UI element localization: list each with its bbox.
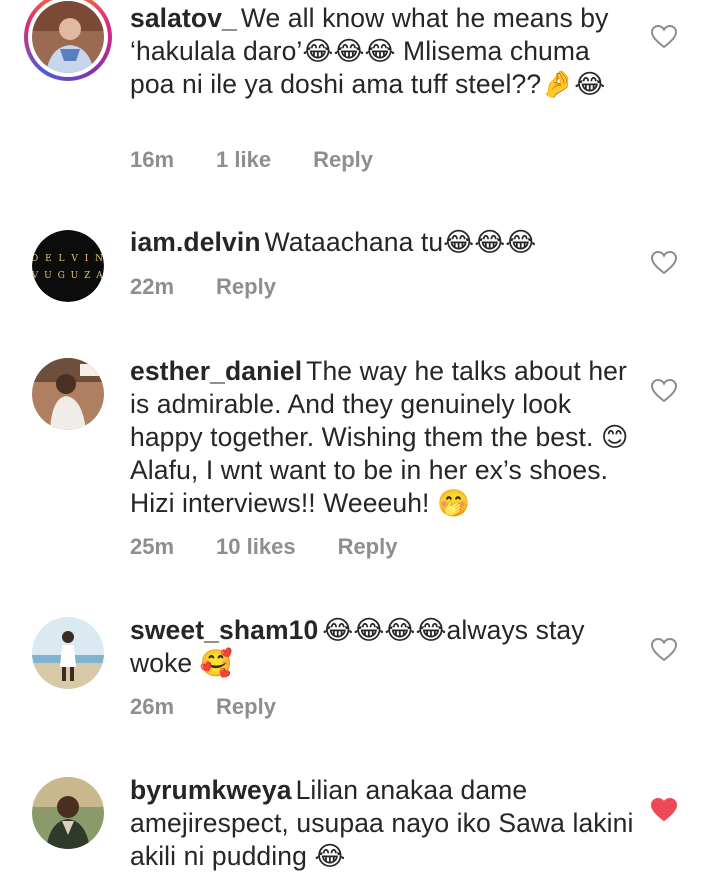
reply-button[interactable]: Reply — [338, 534, 398, 560]
avatar[interactable] — [32, 617, 104, 689]
comment-username[interactable]: salatov_ — [130, 3, 237, 33]
comment-username[interactable]: byrumkweya — [130, 775, 292, 805]
heart-icon-liked[interactable] — [651, 798, 677, 822]
reply-button[interactable]: Reply — [216, 274, 276, 300]
comment-meta: 26m Reply — [130, 694, 318, 720]
comment-body: salatov_ We all know what he means by ‘ha… — [130, 2, 635, 101]
comment-meta: 25m 10 likes Reply — [130, 534, 439, 560]
svg-text:V U G U Z A: V U G U Z A — [32, 271, 104, 281]
comment-likes[interactable]: 10 likes — [216, 534, 296, 560]
comment-meta: 16m 1 like Reply — [130, 147, 415, 173]
comment-body: esther_daniel The way he talks about her … — [130, 355, 635, 520]
reply-button[interactable]: Reply — [216, 694, 276, 720]
comment-body: byrumkweya Lilian anakaa dame amejirespec… — [130, 774, 635, 873]
comment-body: iam.delvin Wataachana tu😂😂😂 — [130, 226, 635, 259]
heart-icon[interactable] — [651, 638, 677, 662]
comment-time: 25m — [130, 534, 175, 559]
heart-icon[interactable] — [651, 251, 677, 275]
reply-button[interactable]: Reply — [313, 147, 373, 173]
comment-likes[interactable]: 1 like — [216, 147, 271, 173]
avatar[interactable] — [32, 358, 104, 430]
comment-text: Wataachana tu😂😂😂 — [264, 227, 537, 257]
comment-body: sweet_sham10 😂😂😂😂always stay woke 🥰 — [130, 614, 635, 680]
comment-meta: 22m Reply — [130, 274, 318, 300]
heart-icon[interactable] — [651, 25, 677, 49]
svg-text:D E L V I N: D E L V I N — [32, 254, 104, 264]
comment-username[interactable]: esther_daniel — [130, 356, 302, 386]
avatar[interactable] — [32, 1, 104, 73]
comment-time: 22m — [130, 274, 175, 299]
avatar[interactable]: D E L V I N V U G U Z A — [32, 230, 104, 302]
comment-time: 16m — [130, 147, 175, 172]
avatar[interactable] — [32, 777, 104, 849]
comment-username[interactable]: sweet_sham10 — [130, 615, 318, 645]
comment-time: 26m — [130, 694, 175, 719]
heart-icon[interactable] — [651, 379, 677, 403]
comment-username[interactable]: iam.delvin — [130, 227, 261, 257]
